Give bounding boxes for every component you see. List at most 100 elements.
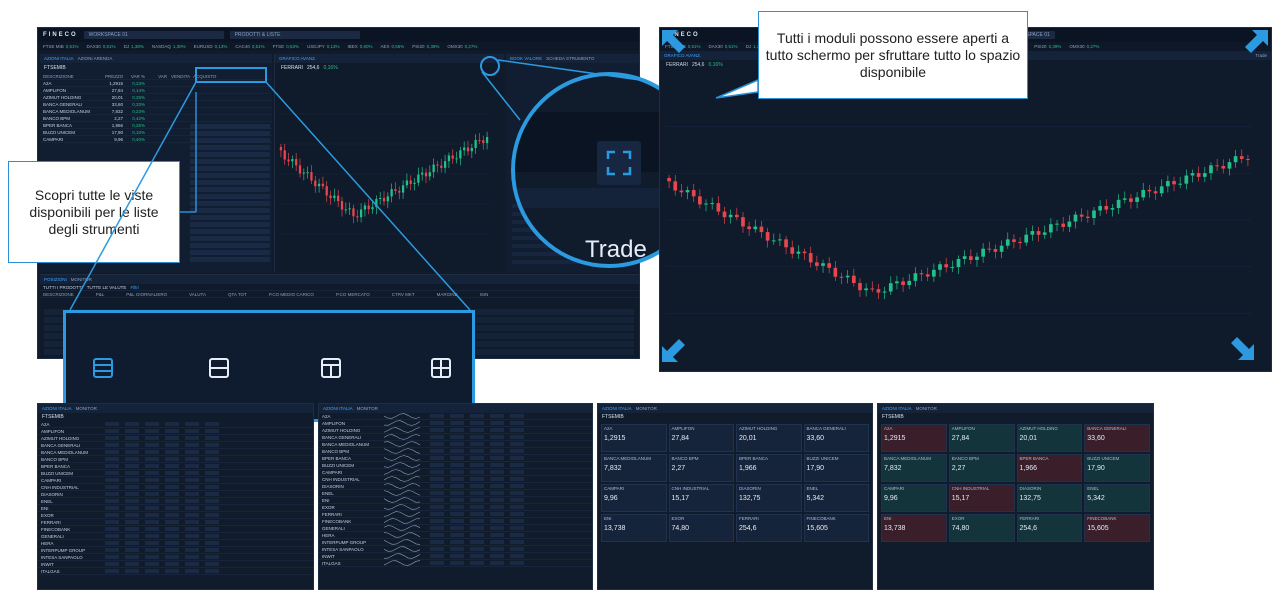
list-item[interactable]: A2A [38,421,313,428]
instrument-tile[interactable]: DIASORIN 132,75 [736,484,802,512]
list-item[interactable]: A2A [319,413,592,420]
instrument-tile[interactable]: FINECOBANK 15,605 [803,514,869,542]
list-item[interactable]: ITALGAS [38,568,313,575]
sparkline [384,518,421,524]
instrument-tile[interactable]: FINECOBANK 15,605 [1084,514,1150,542]
list-item[interactable]: AZIMUT HOLDING [38,435,313,442]
list-item[interactable]: BANCA MEDIOLANUM [319,441,592,448]
list-item[interactable]: EXOR [319,504,592,511]
instrument-tile[interactable]: AMPLIFON 27,84 [668,424,734,452]
instrument-tile[interactable]: BPER BANCA 1,966 [1016,454,1083,482]
list-item[interactable]: FERRARI [38,519,313,526]
instrument-tile[interactable]: CNH INDUSTRIAL 15,17 [668,484,734,512]
value-cell [205,527,219,531]
value-cell [165,464,179,468]
list-item[interactable]: BANCO BPM [319,448,592,455]
list-item[interactable]: EXOR [38,512,313,519]
instrument-tile[interactable]: BANCA GENERALI 33,60 [1084,424,1150,452]
tab-heat-b[interactable]: MONITOR [916,406,937,411]
list-item[interactable]: FINECOBANK [319,518,592,525]
tile-price: 74,80 [671,525,690,532]
list-item[interactable]: INTERPUMP GROUP [319,539,592,546]
list-item[interactable]: CAMPARI [319,469,592,476]
sparkline [384,511,421,517]
tab-list-a[interactable]: AZIONI ITALIA [42,406,72,411]
item-name: AZIMUT HOLDING [41,435,80,441]
list-item[interactable]: CNH INDUSTRIAL [319,476,592,483]
tile-price: 15,605 [806,525,828,532]
instrument-tile[interactable]: ENI 13,738 [881,514,947,542]
list-item[interactable]: CNH INDUSTRIAL [38,484,313,491]
list-item[interactable]: BPER BANCA [38,463,313,470]
list-item[interactable]: INTESA SANPAOLO [319,546,592,553]
instrument-tile[interactable]: BANCA MEDIOLANUM 7,832 [601,454,667,482]
list-item[interactable]: DIASORIN [38,491,313,498]
list-item[interactable]: ENI [38,505,313,512]
tab-heat-a[interactable]: AZIONI ITALIA [882,406,912,411]
list-item[interactable]: BUZZI UNICEM [38,470,313,477]
instrument-tile[interactable]: ENEL 5,342 [1084,484,1150,512]
instrument-tile[interactable]: BANCO BPM 2,27 [668,454,734,482]
list-item[interactable]: AMPLIFON [319,420,592,427]
value-cell [510,512,524,516]
list-item[interactable]: BUZZI UNICEM [319,462,592,469]
tab-spark-b[interactable]: MONITOR [357,406,378,411]
instrument-tile[interactable]: BANCO BPM 2,27 [948,454,1015,482]
list-item[interactable]: INWIT [38,561,313,568]
tab-spark-a[interactable]: AZIONI ITALIA [323,406,353,411]
tab-tiles-a[interactable]: AZIONI ITALIA [602,406,632,411]
list-item[interactable]: FERRARI [319,511,592,518]
list-item[interactable]: INWIT [319,553,592,560]
value-cell [470,512,484,516]
value-cell [205,548,219,552]
list-item[interactable]: AMPLIFON [38,428,313,435]
list-item[interactable]: HERA [319,532,592,539]
list-item[interactable]: BANCA GENERALI [38,442,313,449]
instrument-tile[interactable]: BANCA MEDIOLANUM 7,832 [881,454,947,482]
instrument-tile[interactable]: CAMPARI 9,96 [601,484,667,512]
list-item[interactable]: GENERALI [38,533,313,540]
list-item[interactable]: HERA [38,540,313,547]
list-item[interactable]: GENERALI [319,525,592,532]
list-item[interactable]: INTERPUMP GROUP [38,547,313,554]
value-cell [145,443,159,447]
list-item[interactable]: AZIMUT HOLDING [319,427,592,434]
list-item[interactable]: CAMPARI [38,477,313,484]
instrument-tile[interactable]: EXOR 74,80 [948,514,1015,542]
instrument-tile[interactable]: A2A 1,2915 [601,424,667,452]
value-cell [430,449,444,453]
instrument-tile[interactable]: A2A 1,2915 [881,424,947,452]
instrument-tile[interactable]: AZIMUT HOLDING 20,01 [1016,424,1083,452]
item-name: BUZZI UNICEM [41,470,73,476]
instrument-tile[interactable]: AMPLIFON 27,84 [948,424,1015,452]
list-item[interactable]: BANCA MEDIOLANUM [38,449,313,456]
instrument-tile[interactable]: EXOR 74,80 [668,514,734,542]
list-item[interactable]: ENI [319,497,592,504]
list-item[interactable]: FINECOBANK [38,526,313,533]
list-item[interactable]: INTESA SANPAOLO [38,554,313,561]
list-item[interactable]: BPER BANCA [319,455,592,462]
list-item[interactable]: ENEL [319,490,592,497]
instrument-tile[interactable]: BANCA GENERALI 33,60 [803,424,869,452]
instrument-tile[interactable]: ENEL 5,342 [803,484,869,512]
list-item[interactable]: ITALGAS [319,560,592,567]
list-item[interactable]: BANCO BPM [38,456,313,463]
instrument-tile[interactable]: FERRARI 254,6 [1016,514,1083,542]
value-cell [450,442,464,446]
instrument-tile[interactable]: CAMPARI 9,96 [881,484,947,512]
instrument-tile[interactable]: BUZZI UNICEM 17,90 [803,454,869,482]
value-cell [165,492,179,496]
instrument-tile[interactable]: DIASORIN 132,75 [1016,484,1083,512]
tab-list-b[interactable]: MONITOR [76,406,97,411]
instrument-tile[interactable]: CNH INDUSTRIAL 15,17 [948,484,1015,512]
instrument-tile[interactable]: BPER BANCA 1,966 [736,454,802,482]
sparkline [384,413,421,419]
tab-tiles-b[interactable]: MONITOR [636,406,657,411]
list-item[interactable]: BANCA GENERALI [319,434,592,441]
instrument-tile[interactable]: BUZZI UNICEM 17,90 [1084,454,1150,482]
instrument-tile[interactable]: ENI 13,738 [601,514,667,542]
list-item[interactable]: DIASORIN [319,483,592,490]
instrument-tile[interactable]: FERRARI 254,6 [736,514,802,542]
instrument-tile[interactable]: AZIMUT HOLDING 20,01 [736,424,802,452]
list-item[interactable]: ENEL [38,498,313,505]
